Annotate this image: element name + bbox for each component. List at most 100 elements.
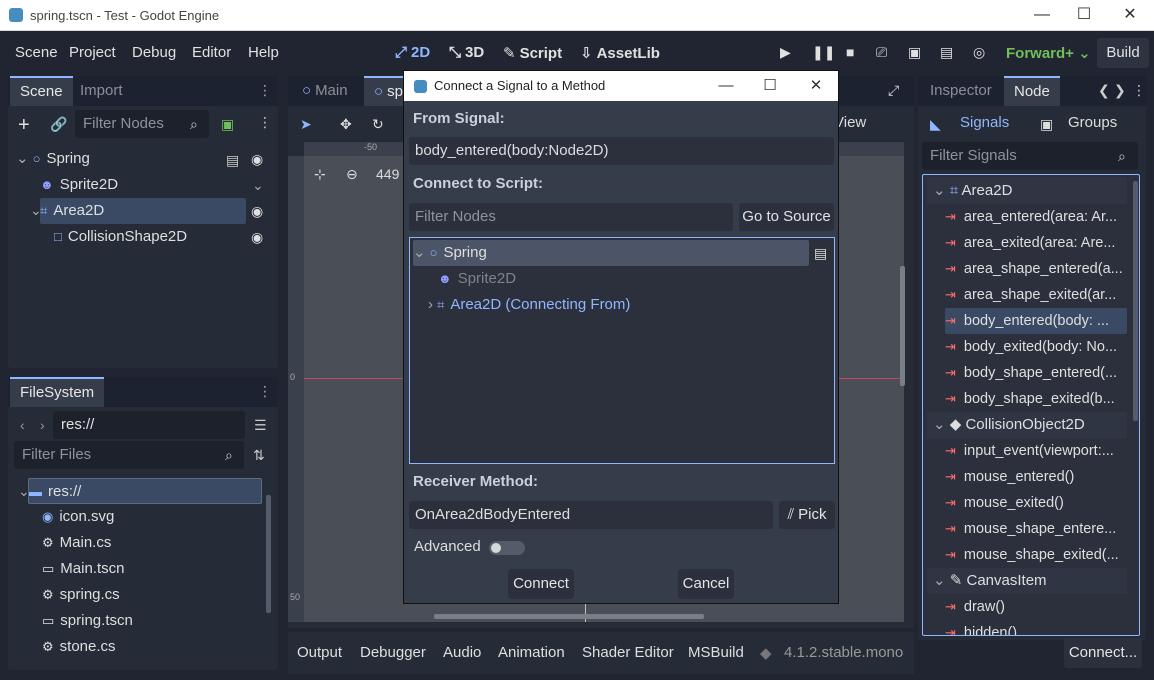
menu-editor[interactable]: Editor — [192, 44, 231, 61]
sort-icon[interactable]: ⇅ — [253, 447, 265, 464]
tab-groups[interactable]: Groups — [1068, 114, 1117, 131]
signal-item[interactable]: ⇥ area_exited(area: Are... — [945, 230, 1135, 256]
signal-item[interactable]: ⇥ mouse_shape_entere... — [945, 516, 1135, 542]
close-icon[interactable]: ✕ — [1119, 4, 1141, 26]
connect-button[interactable]: Connect — [508, 569, 574, 599]
tab-animation[interactable]: Animation — [498, 644, 565, 661]
rotate-tool-icon[interactable]: ↻ — [372, 116, 384, 133]
stop-icon[interactable]: ■ — [846, 44, 854, 60]
zoom-out-icon[interactable]: ⊖ — [346, 166, 358, 183]
signal-group-area2d[interactable]: ⌄ ⌗ Area2D — [927, 178, 1127, 204]
cancel-button[interactable]: Cancel — [678, 569, 734, 599]
menu-scene[interactable]: Scene — [15, 44, 58, 61]
workspace-3d[interactable]: ⤡ 3D — [449, 44, 484, 61]
file-item[interactable]: ▭ Main.tscn — [42, 556, 125, 582]
signal-item-selected[interactable]: ⇥ body_entered(body: ... — [945, 308, 1127, 334]
script-icon[interactable]: ▤ — [226, 152, 239, 169]
scrollbar[interactable] — [434, 614, 704, 619]
file-item-root[interactable]: ▬ res:// — [28, 478, 262, 504]
tab-output[interactable]: Output — [297, 644, 342, 661]
zoom-level[interactable]: 449 — [376, 166, 399, 182]
tree-item-collisionshape2d[interactable]: □ CollisionShape2D — [54, 224, 187, 250]
tab-signals[interactable]: Signals — [960, 114, 1009, 131]
more-icon[interactable]: ⋮ — [1132, 82, 1146, 99]
connect-signal-button[interactable]: Connect... — [1064, 638, 1142, 668]
signal-item[interactable]: ⇥ body_shape_exited(b... — [945, 386, 1135, 412]
tab-msbuild[interactable]: MSBuild — [688, 644, 744, 661]
filesystem-filter-input[interactable]: Filter Files — [14, 441, 244, 469]
pick-button[interactable]: ⫽ Pick — [779, 501, 835, 529]
maximize-icon[interactable]: ☐ — [1073, 4, 1095, 26]
movie-maker-icon[interactable]: ◎ — [973, 44, 985, 61]
close-icon[interactable]: ✕ — [805, 75, 827, 97]
signal-item[interactable]: ⇥ body_shape_entered(... — [945, 360, 1135, 386]
go-to-source-button[interactable]: Go to Source — [739, 203, 834, 231]
scrollbar[interactable] — [1133, 181, 1138, 421]
tab-audio[interactable]: Audio — [443, 644, 481, 661]
move-tool-icon[interactable]: ✥ — [340, 116, 352, 133]
file-item[interactable]: ⚙ spring.cs — [42, 582, 120, 608]
bell-icon[interactable]: ◆ — [760, 644, 772, 662]
tree-item-spring[interactable]: ⌄ ○ Spring — [413, 240, 809, 266]
split-view-icon[interactable]: ☰ — [254, 417, 267, 434]
chevron-down-icon[interactable]: ⌄ — [30, 202, 42, 219]
build-button[interactable]: Build — [1097, 38, 1149, 68]
back-icon[interactable]: ‹ — [20, 417, 25, 433]
tree-item-area2d[interactable]: ⌗ Area2D — [40, 198, 246, 224]
tab-import[interactable]: Import — [70, 76, 133, 106]
signal-item[interactable]: ⇥ draw() — [945, 594, 1135, 620]
play-scene-icon[interactable]: ▣ — [908, 44, 921, 61]
select-tool-icon[interactable]: ➤ — [300, 116, 312, 133]
signal-item[interactable]: ⇥ mouse_exited() — [945, 490, 1135, 516]
center-view-icon[interactable]: ⊹ — [314, 166, 326, 183]
scene-filter-input[interactable]: Filter Nodes — [75, 110, 209, 138]
minimize-icon[interactable]: — — [715, 75, 737, 97]
tab-debugger[interactable]: Debugger — [360, 644, 426, 661]
signal-item[interactable]: ⇥ hidden() — [945, 620, 1135, 635]
dialog-filter-input[interactable]: Filter Nodes — [409, 203, 733, 231]
signal-group-canvasitem[interactable]: ⌄ ✎ CanvasItem — [927, 568, 1127, 594]
signal-item[interactable]: ⇥ mouse_entered() — [945, 464, 1135, 490]
attach-script-icon[interactable]: ▣ — [221, 116, 234, 133]
visibility-icon[interactable]: ◉ — [251, 229, 263, 246]
signal-item[interactable]: ⇥ body_exited(body: No... — [945, 334, 1135, 360]
chevron-down-icon[interactable]: ⌄ — [18, 483, 30, 500]
file-item[interactable]: ▭ spring.tscn — [42, 608, 133, 634]
workspace-2d[interactable]: ⤢ 2D — [395, 44, 430, 61]
scrollbar[interactable] — [266, 495, 271, 613]
signal-group-collisionobject2d[interactable]: ⌄ ◆ CollisionObject2D — [927, 412, 1127, 438]
add-node-icon[interactable]: + — [18, 114, 30, 137]
scrollbar[interactable] — [900, 266, 905, 386]
minimize-icon[interactable]: — — [1031, 4, 1053, 26]
chevron-down-icon[interactable]: ⌄ — [252, 177, 264, 194]
more-icon[interactable]: ⋮ — [258, 114, 272, 131]
tab-shader-editor[interactable]: Shader Editor — [582, 644, 674, 661]
menu-debug[interactable]: Debug — [132, 44, 176, 61]
tab-inspector[interactable]: Inspector — [920, 76, 1002, 106]
tab-node[interactable]: Node — [1004, 76, 1060, 106]
tree-item-sprite2d[interactable]: ☻ Sprite2D — [40, 172, 118, 198]
workspace-assetlib[interactable]: ⇩ AssetLib — [580, 44, 660, 62]
forward-icon[interactable]: › — [40, 417, 45, 433]
signal-item[interactable]: ⇥ area_shape_entered(a... — [945, 256, 1135, 282]
signal-item[interactable]: ⇥ mouse_shape_exited(... — [945, 542, 1135, 568]
signal-item[interactable]: ⇥ area_entered(area: Ar... — [945, 204, 1135, 230]
tab-main[interactable]: ○ Main — [292, 76, 358, 106]
receiver-method-input[interactable]: OnArea2dBodyEntered — [409, 501, 773, 529]
workspace-script[interactable]: ✎ Script — [503, 44, 562, 62]
visibility-icon[interactable]: ◉ — [251, 151, 263, 168]
path-input[interactable]: res:// — [53, 411, 245, 439]
signal-item[interactable]: ⇥ input_event(viewport:... — [945, 438, 1135, 464]
tab-scene[interactable]: Scene — [10, 76, 73, 106]
file-item[interactable]: ⚙ stone.cs — [42, 634, 116, 660]
visibility-icon[interactable]: ◉ — [251, 203, 263, 220]
file-item[interactable]: ⚙ Main.cs — [42, 530, 111, 556]
tree-item-area2d[interactable]: › ⌗ Area2D (Connecting From) — [428, 292, 630, 318]
more-icon[interactable]: ⋮ — [258, 82, 272, 99]
advanced-toggle[interactable] — [489, 541, 525, 555]
signal-item[interactable]: ⇥ area_shape_exited(ar... — [945, 282, 1135, 308]
fullscreen-icon[interactable]: ⤢ — [888, 82, 899, 99]
tree-item-spring[interactable]: ⌄ ○ Spring — [16, 146, 90, 172]
signal-filter-input[interactable]: Filter Signals — [922, 142, 1138, 170]
play-custom-scene-icon[interactable]: ▤ — [940, 44, 953, 61]
